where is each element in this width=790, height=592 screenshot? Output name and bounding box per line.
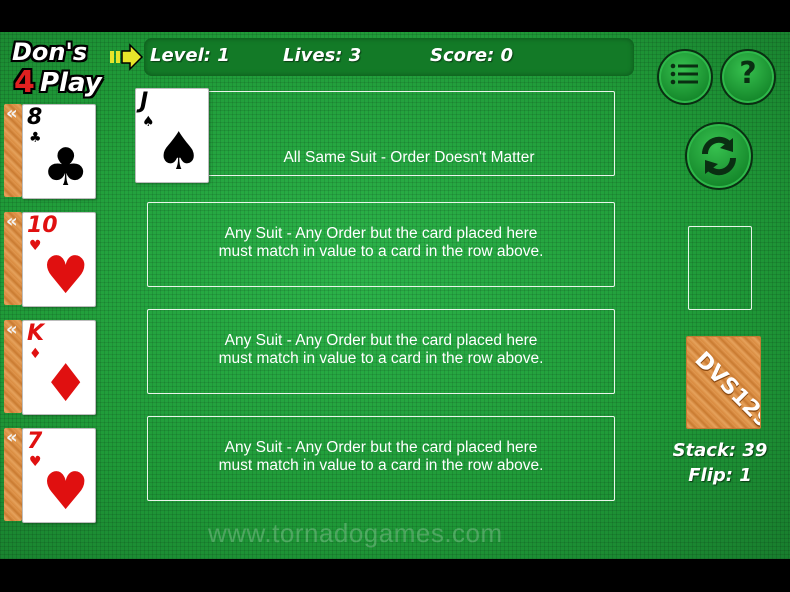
stack-count: Stack: 39 (672, 440, 768, 461)
dons-4play-logo: Don's 4 Play (10, 38, 144, 100)
menu-icon (670, 63, 698, 85)
card-rank: J (140, 89, 149, 114)
refresh-icon (701, 136, 737, 176)
level-indicator: Level: 1 (150, 45, 230, 66)
help-icon: ? (739, 56, 757, 91)
row-rule-text: Any Suit - Any Order but the card placed… (224, 439, 538, 456)
card-suit-small: ♦ (29, 346, 42, 362)
game-table: Don's 4 Play Level: 1 Lives: 3 Score: 0 … (0, 32, 790, 559)
logo-arrow-icon (110, 43, 144, 71)
row-rule-text: Any Suit - Any Order but the card placed… (224, 225, 538, 242)
lives-indicator: Lives: 3 (283, 45, 362, 66)
row-rule-text: must match in value to a card in the row… (218, 350, 544, 367)
chevron-left-icon: « (6, 319, 18, 340)
stock-label: DVS129 (689, 347, 761, 429)
tableau-pile[interactable]: « 8 ♣ ♣ (4, 104, 96, 199)
chevron-left-icon: « (6, 427, 18, 448)
row-rule-text: must match in value to a card in the row… (218, 457, 544, 474)
logo-text-dons: Don's (12, 38, 88, 66)
foundation-row-1[interactable]: All Same Suit - Order Doesn't Matter (203, 91, 615, 176)
foundation-row-2[interactable]: Any Suit - Any Order but the card placed… (147, 202, 615, 287)
card-rank: 7 (27, 429, 43, 454)
waste-slot[interactable] (688, 226, 752, 310)
card-suit-large: ♣ (42, 138, 89, 198)
row-rule-text: must match in value to a card in the row… (218, 243, 544, 260)
row-rule-text: Any Suit - Any Order but the card placed… (224, 332, 538, 349)
card-rank: K (27, 321, 45, 346)
score-indicator: Score: 0 (430, 45, 514, 66)
card-suit-small: ♥ (29, 454, 42, 470)
card-suit-small: ♣ (29, 130, 42, 146)
playing-card[interactable]: 10 ♥ ♥ (22, 212, 96, 307)
chevron-left-icon: « (6, 103, 18, 124)
playing-card[interactable]: K ♦ ♦ (22, 320, 96, 415)
tableau-pile[interactable]: « 7 ♥ ♥ (4, 428, 96, 523)
logo-text-4: 4 (14, 65, 35, 100)
tableau-pile[interactable]: « 10 ♥ ♥ (4, 212, 96, 307)
help-button[interactable]: ? (720, 49, 776, 105)
card-rank: 8 (27, 105, 43, 130)
stock-counters: Stack: 39 Flip: 1 (662, 438, 778, 488)
card-suit-small: ♠ (142, 114, 155, 130)
card-suit-large: ♥ (42, 462, 89, 522)
foundation-row-4[interactable]: Any Suit - Any Order but the card placed… (147, 416, 615, 501)
tableau-pile[interactable]: « K ♦ ♦ (4, 320, 96, 415)
foundation-row-3[interactable]: Any Suit - Any Order but the card placed… (147, 309, 615, 394)
chevron-left-icon: « (6, 211, 18, 232)
menu-button[interactable] (657, 49, 713, 105)
flip-count: Flip: 1 (688, 465, 752, 486)
website-watermark: www.tornadogames.com (208, 518, 503, 548)
card-suit-large: ♦ (42, 354, 89, 414)
playing-card[interactable]: 7 ♥ ♥ (22, 428, 96, 523)
card-suit-small: ♥ (29, 238, 42, 254)
restart-button[interactable] (685, 122, 753, 190)
stock-pile[interactable]: DVS129 (686, 336, 761, 429)
card-suit-large: ♠ (155, 122, 202, 182)
card-rank: 10 (27, 213, 58, 238)
playing-card[interactable]: 8 ♣ ♣ (22, 104, 96, 199)
logo-text-play: Play (40, 68, 102, 98)
card-suit-large: ♥ (42, 246, 89, 306)
status-bar: Level: 1 Lives: 3 Score: 0 (144, 38, 634, 76)
playing-card[interactable]: J ♠ ♠ (135, 88, 209, 183)
row-rule-text: All Same Suit - Order Doesn't Matter (283, 149, 535, 166)
